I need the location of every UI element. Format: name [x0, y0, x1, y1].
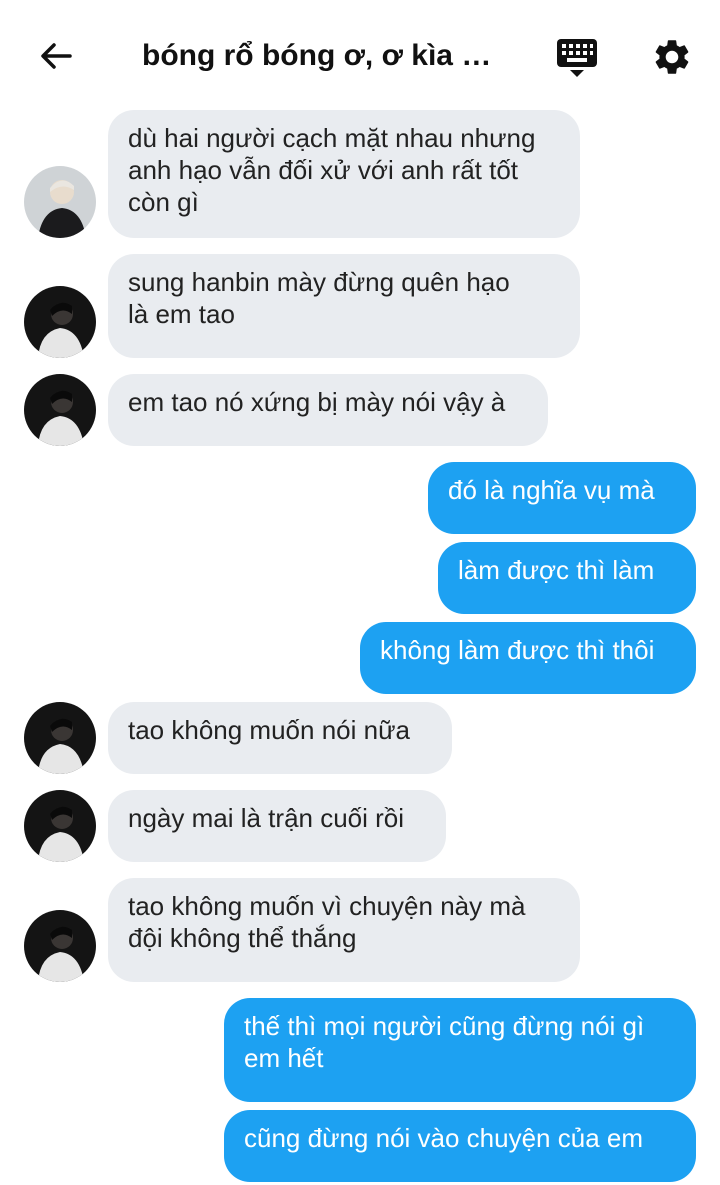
- settings-button[interactable]: [645, 30, 699, 84]
- message-bubble[interactable]: ngày mai là trận cuối rồi: [108, 790, 446, 862]
- message-bubble[interactable]: đó là nghĩa vụ mà: [428, 462, 696, 534]
- arrow-left-icon: [41, 43, 72, 69]
- avatar-dark[interactable]: [24, 286, 96, 358]
- message-bubble[interactable]: làm được thì làm: [438, 542, 696, 614]
- message-bubble[interactable]: tao không muốn nói nữa: [108, 702, 452, 774]
- avatar-dark[interactable]: [24, 790, 96, 862]
- avatar-dark[interactable]: [24, 374, 96, 446]
- message-bubble[interactable]: cũng đừng nói vào chuyện của em: [224, 1110, 696, 1182]
- keyboard-button[interactable]: [552, 32, 602, 82]
- conversation-title: bóng rổ bóng ơ, ơ kìa b...: [142, 39, 502, 72]
- chat-header: bóng rổ bóng ơ, ơ kìa b...: [0, 0, 720, 110]
- keyboard-icon: [557, 39, 597, 77]
- message-bubble[interactable]: tao không muốn vì chuyện này mà đội khôn…: [108, 878, 580, 982]
- message-bubble[interactable]: không làm được thì thôi: [360, 622, 696, 694]
- message-bubble[interactable]: em tao nó xứng bị mày nói vậy à: [108, 374, 548, 446]
- message-bubble[interactable]: dù hai người cạch mặt nhau nhưng anh hạo…: [108, 110, 580, 238]
- gear-icon: [655, 40, 689, 74]
- avatar-blond[interactable]: [24, 166, 96, 238]
- avatar-dark[interactable]: [24, 702, 96, 774]
- message-bubble[interactable]: sung hanbin mày đừng quên hạo là em tao: [108, 254, 580, 358]
- back-button[interactable]: [28, 30, 84, 82]
- message-bubble[interactable]: thế thì mọi người cũng đừng nói gì em hế…: [224, 998, 696, 1102]
- avatar-dark[interactable]: [24, 910, 96, 982]
